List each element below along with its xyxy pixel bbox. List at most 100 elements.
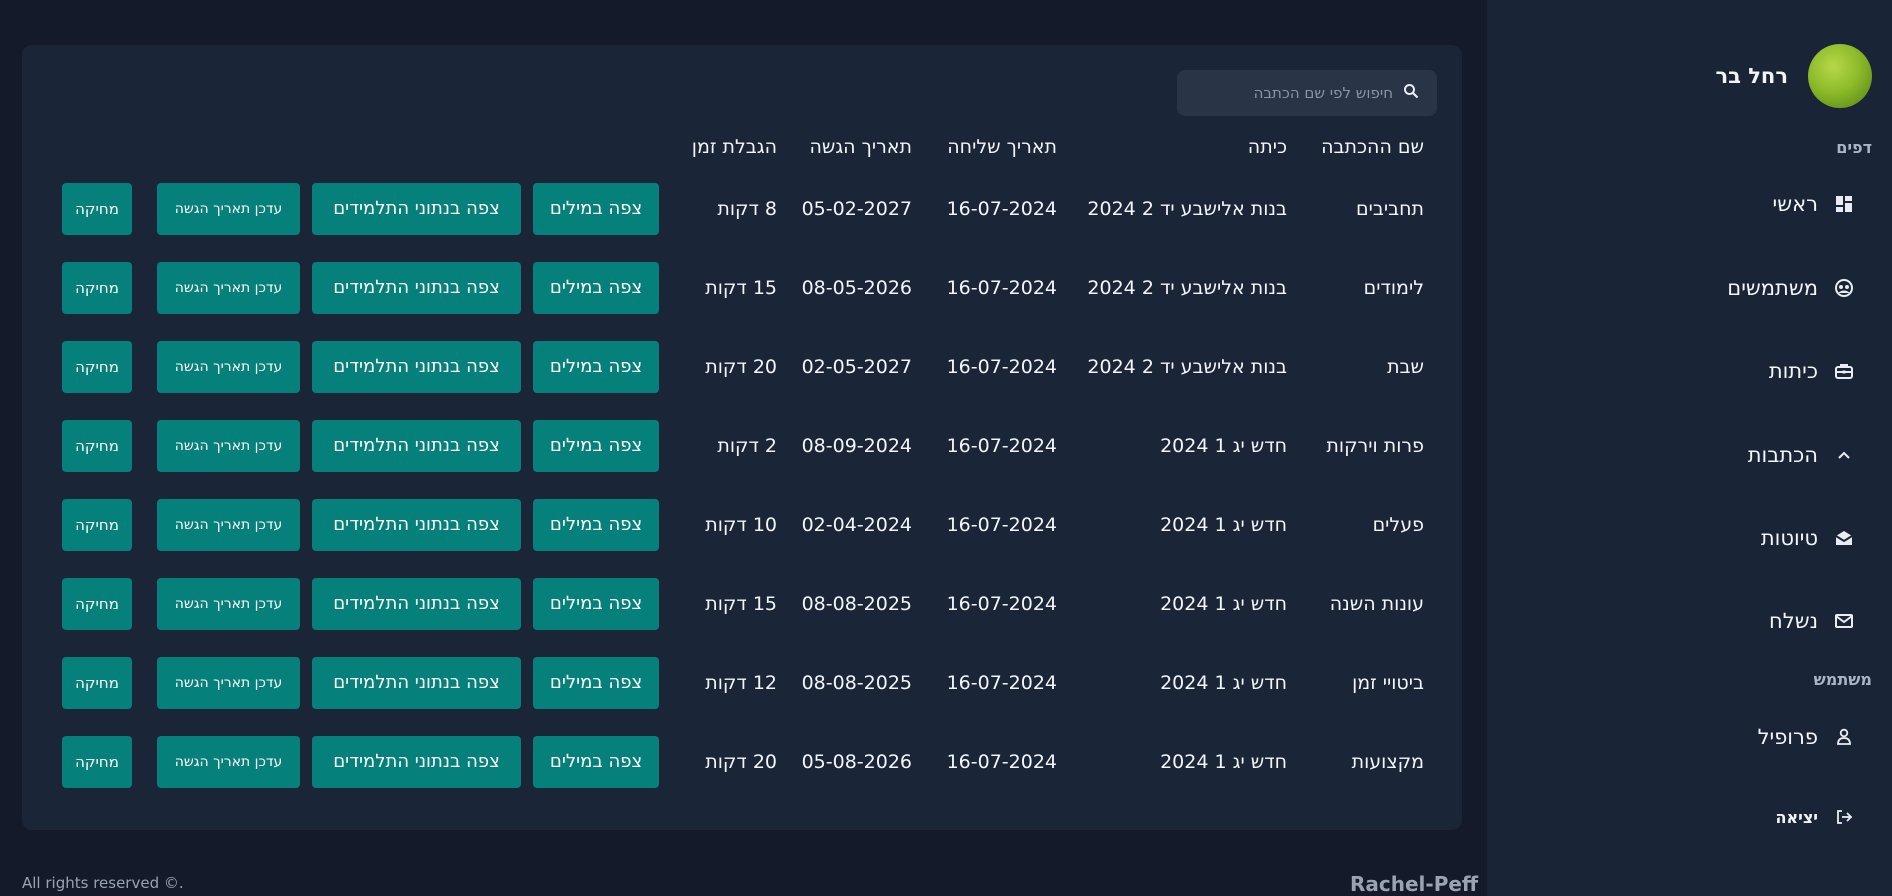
sidebar-item-label: ראשי bbox=[1772, 192, 1818, 216]
update-due-date-button[interactable]: עדכן תאריך הגשה bbox=[157, 498, 300, 551]
sidebar-item-label: נשלח bbox=[1769, 609, 1818, 633]
cell-sent-date: 16-07-2024 bbox=[946, 750, 1057, 773]
cell-due-date: 02-05-2027 bbox=[801, 355, 912, 378]
cell-actions: צפה במילים צפה בנתוני התלמידים עדכן תאריך … bbox=[62, 248, 659, 327]
sidebar-item-profile[interactable]: פרופיל bbox=[1758, 719, 1854, 755]
row-actions: צפה במילים צפה בנתוני התלמידים עדכן תאריך … bbox=[62, 498, 659, 551]
search-icon[interactable] bbox=[1403, 83, 1419, 103]
footer-brand: Rachel-Peff bbox=[1350, 872, 1479, 896]
table-row: מקצועות חדש יג 1 2024 16-07-2024 05-08-2026… bbox=[62, 722, 1424, 801]
cell-class: חדש יג 1 2024 bbox=[1160, 513, 1287, 536]
view-students-button[interactable]: צפה בנתוני התלמידים bbox=[312, 735, 521, 788]
cell-name: שבת bbox=[1387, 355, 1424, 378]
cell-actions: צפה במילים צפה בנתוני התלמידים עדכן תאריך … bbox=[62, 722, 659, 801]
delete-button[interactable]: מחיקה bbox=[62, 577, 132, 630]
update-due-date-button[interactable]: עדכן תאריך הגשה bbox=[157, 261, 300, 314]
cell-due-date: 08-09-2024 bbox=[801, 434, 912, 457]
cell-class: בנות אלישבע יד 2 2024 bbox=[1087, 355, 1287, 378]
cell-actions: צפה במילים צפה בנתוני התלמידים עדכן תאריך … bbox=[62, 643, 659, 722]
table-row: פרות וירקות חדש יג 1 2024 16-07-2024 08-09-… bbox=[62, 406, 1424, 485]
chevron-up-icon bbox=[1834, 445, 1854, 465]
user-name: רחל בר bbox=[1715, 64, 1788, 88]
person-icon bbox=[1834, 727, 1854, 747]
view-students-button[interactable]: צפה בנתוני התלמידים bbox=[312, 340, 521, 393]
sidebar-item-dictations[interactable]: הכתבות bbox=[1748, 437, 1854, 473]
sidebar-item-label: פרופיל bbox=[1757, 725, 1818, 749]
view-students-button[interactable]: צפה בנתוני התלמידים bbox=[312, 261, 521, 314]
sidebar-item-classes[interactable]: כיתות bbox=[1769, 353, 1854, 389]
delete-button[interactable]: מחיקה bbox=[62, 735, 132, 788]
sidebar-item-logout[interactable]: יציאה bbox=[1775, 799, 1854, 835]
cell-class: חדש יג 1 2024 bbox=[1160, 750, 1287, 773]
delete-button[interactable]: מחיקה bbox=[62, 498, 132, 551]
view-students-button[interactable]: צפה בנתוני התלמידים bbox=[312, 577, 521, 630]
footer-copyright: All rights reserved ©. bbox=[22, 874, 184, 892]
cell-time-limit: 20 דקות bbox=[705, 355, 777, 378]
view-words-button[interactable]: צפה במילים bbox=[533, 656, 659, 709]
update-due-date-button[interactable]: עדכן תאריך הגשה bbox=[157, 340, 300, 393]
sidebar-item-label: טיוטות bbox=[1760, 526, 1818, 550]
cell-name: עונות השנה bbox=[1329, 592, 1424, 615]
update-due-date-button[interactable]: עדכן תאריך הגשה bbox=[157, 419, 300, 472]
header-time-limit: הגבלת זמן bbox=[691, 136, 777, 158]
delete-button[interactable]: מחיקה bbox=[62, 656, 132, 709]
cell-class: חדש יג 1 2024 bbox=[1160, 592, 1287, 615]
cell-class: חדש יג 1 2024 bbox=[1160, 434, 1287, 457]
delete-button[interactable]: מחיקה bbox=[62, 182, 132, 235]
view-students-button[interactable]: צפה בנתוני התלמידים bbox=[312, 498, 521, 551]
cell-due-date: 08-05-2026 bbox=[801, 276, 912, 299]
cell-time-limit: 20 דקות bbox=[705, 750, 777, 773]
cell-actions: צפה במילים צפה בנתוני התלמידים עדכן תאריך … bbox=[62, 169, 659, 248]
view-students-button[interactable]: צפה בנתוני התלמידים bbox=[312, 656, 521, 709]
row-actions: צפה במילים צפה בנתוני התלמידים עדכן תאריך … bbox=[62, 577, 659, 630]
cell-name: פרות וירקות bbox=[1326, 434, 1424, 457]
view-words-button[interactable]: צפה במילים bbox=[533, 577, 659, 630]
dictations-table: שם ההכתבה כיתה תאריך שליחה תאריך הגשה הג… bbox=[62, 125, 1424, 801]
dictations-card: שם ההכתבה כיתה תאריך שליחה תאריך הגשה הג… bbox=[22, 45, 1462, 830]
view-words-button[interactable]: צפה במילים bbox=[533, 182, 659, 235]
search-input[interactable] bbox=[1203, 84, 1393, 102]
view-words-button[interactable]: צפה במילים bbox=[533, 419, 659, 472]
user-profile[interactable]: רחל בר bbox=[1715, 44, 1872, 108]
cell-name: תחביבים bbox=[1356, 197, 1424, 220]
sidebar-item-label: משתמשים bbox=[1727, 276, 1818, 300]
delete-button[interactable]: מחיקה bbox=[62, 340, 132, 393]
update-due-date-button[interactable]: עדכן תאריך הגשה bbox=[157, 182, 300, 235]
view-words-button[interactable]: צפה במילים bbox=[533, 735, 659, 788]
view-students-button[interactable]: צפה בנתוני התלמידים bbox=[312, 182, 521, 235]
cell-sent-date: 16-07-2024 bbox=[946, 276, 1057, 299]
avatar[interactable] bbox=[1808, 44, 1872, 108]
table-row: ביטויי זמן חדש יג 1 2024 16-07-2024 08-08-2… bbox=[62, 643, 1424, 722]
cell-class: בנות אלישבע יד 2 2024 bbox=[1087, 197, 1287, 220]
view-words-button[interactable]: צפה במילים bbox=[533, 498, 659, 551]
delete-button[interactable]: מחיקה bbox=[62, 261, 132, 314]
view-words-button[interactable]: צפה במילים bbox=[533, 261, 659, 314]
row-actions: צפה במילים צפה בנתוני התלמידים עדכן תאריך … bbox=[62, 340, 659, 393]
cell-name: פעלים bbox=[1372, 513, 1424, 536]
delete-button[interactable]: מחיקה bbox=[62, 419, 132, 472]
search-box[interactable] bbox=[1177, 70, 1437, 116]
cell-class: חדש יג 1 2024 bbox=[1160, 671, 1287, 694]
sidebar-item-sent[interactable]: נשלח bbox=[1769, 603, 1854, 639]
update-due-date-button[interactable]: עדכן תאריך הגשה bbox=[157, 735, 300, 788]
table-row: שבת בנות אלישבע יד 2 2024 16-07-2024 02-05-… bbox=[62, 327, 1424, 406]
cell-time-limit: 2 דקות bbox=[717, 434, 777, 457]
header-name: שם ההכתבה bbox=[1321, 136, 1424, 158]
sidebar-item-users[interactable]: משתמשים bbox=[1727, 270, 1854, 306]
view-students-button[interactable]: צפה בנתוני התלמידים bbox=[312, 419, 521, 472]
cell-time-limit: 12 דקות bbox=[705, 671, 777, 694]
row-actions: צפה במילים צפה בנתוני התלמידים עדכן תאריך … bbox=[62, 656, 659, 709]
table-body: תחביבים בנות אלישבע יד 2 2024 16-07-2024 05… bbox=[62, 169, 1424, 801]
cell-actions: צפה במילים צפה בנתוני התלמידים עדכן תאריך … bbox=[62, 485, 659, 564]
cell-name: לימודים bbox=[1363, 276, 1424, 299]
view-words-button[interactable]: צפה במילים bbox=[533, 340, 659, 393]
update-due-date-button[interactable]: עדכן תאריך הגשה bbox=[157, 577, 300, 630]
dashboard-icon bbox=[1834, 194, 1854, 214]
sidebar-item-label: יציאה bbox=[1775, 807, 1818, 827]
sidebar-item-drafts[interactable]: טיוטות bbox=[1761, 520, 1854, 556]
cell-time-limit: 10 דקות bbox=[705, 513, 777, 536]
table-header-row: שם ההכתבה כיתה תאריך שליחה תאריך הגשה הג… bbox=[62, 125, 1424, 169]
cell-due-date: 02-04-2024 bbox=[801, 513, 912, 536]
update-due-date-button[interactable]: עדכן תאריך הגשה bbox=[157, 656, 300, 709]
sidebar-item-home[interactable]: ראשי bbox=[1773, 186, 1854, 222]
